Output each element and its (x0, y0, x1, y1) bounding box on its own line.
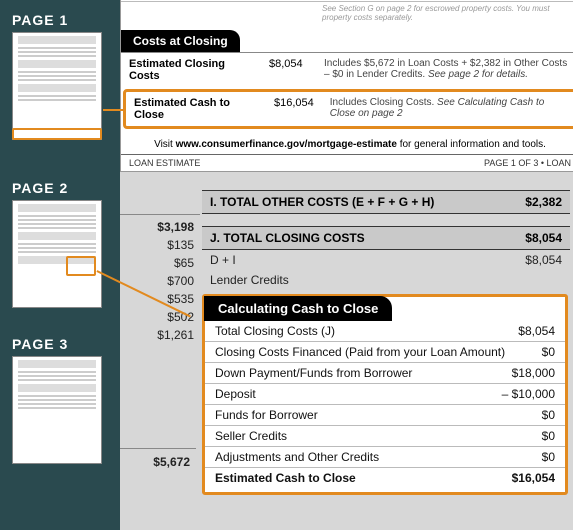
footer-left: LOAN ESTIMATE (129, 158, 200, 168)
calc-row-0: Total Closing Costs (J)$8,054 (205, 321, 565, 342)
section-J-header: J. TOTAL CLOSING COSTS $8,054 (202, 226, 570, 250)
page2-bottom-number: $5,672 (120, 448, 196, 469)
section-I-header: I. TOTAL OTHER COSTS (E + F + G + H) $2,… (202, 190, 570, 214)
page-1-highlight (12, 128, 102, 140)
numcol-0: $3,198 (120, 214, 200, 236)
row2-value: $16,054 (266, 92, 322, 126)
page-2-highlight (66, 256, 96, 276)
calc-row-3: Deposit– $10,000 (205, 384, 565, 405)
estimated-cash-to-close-highlight: Estimated Cash to Close $16,054 Includes… (123, 89, 573, 129)
row1-note: Includes $5,672 in Loan Costs + $2,382 i… (316, 53, 573, 88)
numcol-5: $502 (120, 308, 200, 326)
page-3-thumbnail[interactable] (12, 356, 102, 464)
page-1-document: See Section G on page 2 for escrowed pro… (120, 0, 573, 172)
lender-credits-label: Lender Credits (210, 273, 289, 287)
numcol-4: $535 (120, 290, 200, 308)
visit-link[interactable]: www.consumerfinance.gov/mortgage-estimat… (176, 139, 397, 150)
calc-tab: Calculating Cash to Close (204, 296, 392, 321)
section-J-value: $8,054 (525, 231, 562, 245)
page-3-label: PAGE 3 (12, 336, 120, 352)
calc-row-4: Funds for Borrower$0 (205, 405, 565, 426)
numcol-1: $135 (120, 236, 200, 254)
calculating-cash-to-close-box: Calculating Cash to Close Total Closing … (202, 294, 568, 495)
calc-row-5: Seller Credits$0 (205, 426, 565, 447)
page-2-thumbnail[interactable] (12, 200, 102, 308)
main-panel: See Section G on page 2 for escrowed pro… (120, 0, 573, 530)
numcol-6: $1,261 (120, 326, 200, 344)
page2-number-column: $3,198 $135 $65 $700 $535 $502 $1,261 (120, 214, 200, 344)
visit-line: Visit www.consumerfinance.gov/mortgage-e… (121, 131, 573, 154)
footer-right: PAGE 1 OF 3 • LOAN (484, 158, 571, 168)
page-1-label: PAGE 1 (12, 12, 120, 28)
row-DI: D + I $8,054 (202, 250, 570, 270)
page1-footer: LOAN ESTIMATE PAGE 1 OF 3 • LOAN (121, 154, 573, 171)
page2-sections: I. TOTAL OTHER COSTS (E + F + G + H) $2,… (202, 190, 570, 290)
row1-label: Estimated Closing Costs (121, 53, 261, 88)
row-lender-credits: Lender Credits (202, 270, 570, 290)
row2-note: Includes Closing Costs. See Calculating … (322, 92, 573, 126)
calc-row-2: Down Payment/Funds from Borrower$18,000 (205, 363, 565, 384)
calc-row-6: Adjustments and Other Credits$0 (205, 447, 565, 468)
page1-topnote: See Section G on page 2 for escrowed pro… (316, 2, 573, 25)
sidebar: PAGE 1 PAGE 2 PAGE 3 (0, 0, 120, 530)
row1-value: $8,054 (261, 53, 316, 88)
row2-label: Estimated Cash to Close (126, 92, 266, 126)
row-DI-label: D + I (210, 253, 236, 267)
section-J-label: J. TOTAL CLOSING COSTS (210, 231, 365, 245)
calc-row-7: Estimated Cash to Close$16,054 (205, 468, 565, 488)
connector-page1 (103, 109, 123, 111)
costs-at-closing-tab: Costs at Closing (121, 30, 240, 52)
numcol-2: $65 (120, 254, 200, 272)
estimated-closing-costs-row: Estimated Closing Costs $8,054 Includes … (121, 53, 573, 88)
section-I-value: $2,382 (525, 195, 562, 209)
page-1-thumbnail[interactable] (12, 32, 102, 140)
calc-row-1: Closing Costs Financed (Paid from your L… (205, 342, 565, 363)
row-DI-value: $8,054 (525, 253, 562, 267)
page-2-label: PAGE 2 (12, 180, 120, 196)
section-I-label: I. TOTAL OTHER COSTS (E + F + G + H) (210, 195, 434, 209)
